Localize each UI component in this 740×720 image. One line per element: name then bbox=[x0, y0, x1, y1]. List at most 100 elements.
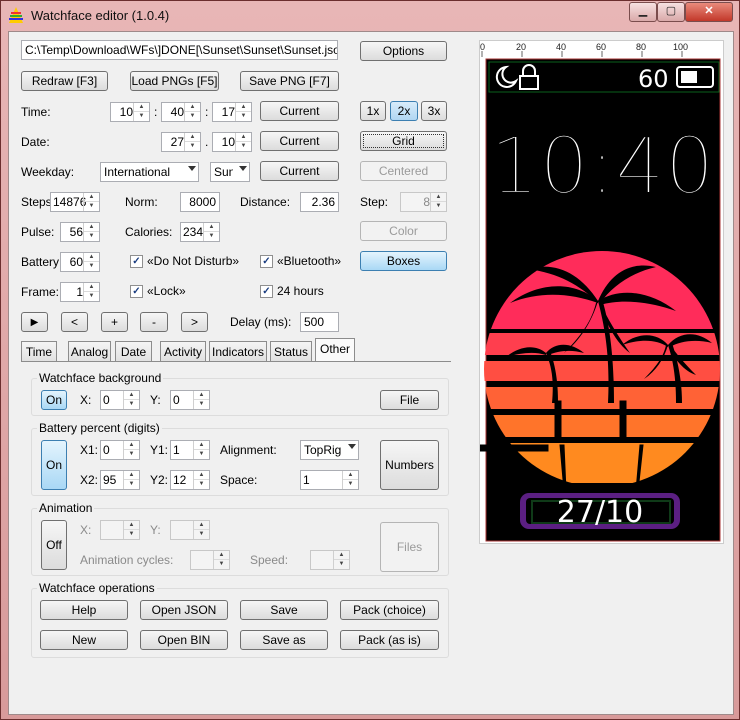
editor-client-area: C:\Temp\Download\WFs\]DONE[\Sunset\Sunse… bbox=[8, 31, 734, 715]
new-button[interactable]: New bbox=[40, 630, 128, 650]
tab-status[interactable]: Status bbox=[270, 341, 312, 361]
background-y-label: Y: bbox=[150, 393, 161, 407]
minus-button[interactable]: - bbox=[140, 312, 168, 332]
weekday-language-select[interactable]: International bbox=[100, 162, 199, 182]
numbers-button[interactable]: Numbers bbox=[380, 440, 439, 490]
tab-indicators[interactable]: Indicators bbox=[209, 341, 267, 361]
ruler-x-label: 80 bbox=[636, 42, 646, 52]
animation-speed-label: Speed: bbox=[250, 553, 289, 567]
time-separator: : bbox=[154, 105, 158, 119]
y1-label: Y1: bbox=[150, 443, 169, 457]
distance-label: Distance: bbox=[240, 195, 291, 209]
json-path-field[interactable]: C:\Temp\Download\WFs\]DONE[\Sunset\Sunse… bbox=[21, 40, 338, 60]
redraw-button[interactable]: Redraw [F3] bbox=[21, 71, 108, 91]
help-button[interactable]: Help bbox=[40, 600, 128, 620]
save-as-button[interactable]: Save as bbox=[240, 630, 328, 650]
tab-other[interactable]: Other bbox=[315, 338, 355, 361]
norm-input[interactable]: 8000 bbox=[180, 192, 220, 212]
animation-x-spinner[interactable]: ▲ ▼ bbox=[100, 520, 140, 540]
x2-label: X2: bbox=[80, 473, 99, 487]
battery-percent-on-button[interactable]: On bbox=[41, 440, 67, 490]
delay-input[interactable]: 500 bbox=[300, 312, 339, 332]
background-x-spinner[interactable]: 0 ▲ ▼ bbox=[100, 390, 140, 410]
battery-percent-group-title: Battery percent (digits) bbox=[37, 421, 162, 435]
tab-date[interactable]: Date bbox=[115, 341, 152, 361]
norm-label: Norm: bbox=[125, 195, 158, 209]
animation-cycles-spinner[interactable]: ▲ ▼ bbox=[190, 550, 230, 570]
watchface-preview[interactable]: 0 20 40 60 80 100 0 20 40 60 80 100 120 … bbox=[479, 40, 724, 544]
x2-spinner[interactable]: 95 ▲ ▼ bbox=[100, 470, 140, 490]
watch-date: 27/10 bbox=[557, 495, 643, 530]
distance-input[interactable]: 2.36 bbox=[300, 192, 339, 212]
tab-strip-divider bbox=[21, 361, 451, 362]
ruler-x-label: 100 bbox=[673, 42, 688, 52]
time-minute-spinner[interactable]: 40 ▲ ▼ bbox=[161, 102, 201, 122]
zoom-3x-button[interactable]: 3x bbox=[421, 101, 447, 121]
date-month-spinner[interactable]: 10 ▲ ▼ bbox=[212, 132, 252, 152]
alignment-select[interactable]: TopRight bbox=[300, 440, 359, 460]
color-button[interactable]: Color bbox=[360, 221, 447, 241]
background-file-button[interactable]: File bbox=[380, 390, 439, 410]
save-png-button[interactable]: Save PNG [F7] bbox=[240, 71, 339, 91]
animation-x-label: X: bbox=[80, 523, 92, 537]
save-button[interactable]: Save bbox=[240, 600, 328, 620]
weekday-day-select[interactable]: Sun bbox=[210, 162, 250, 182]
space-spinner[interactable]: 1 ▲ ▼ bbox=[300, 470, 359, 490]
pack-as-is-button[interactable]: Pack (as is) bbox=[340, 630, 439, 650]
frame-spinner[interactable]: 1 ▲ ▼ bbox=[60, 282, 100, 302]
background-on-button[interactable]: On bbox=[41, 390, 67, 410]
y2-spinner[interactable]: 12 ▲ ▼ bbox=[170, 470, 210, 490]
ruler-x-label: 60 bbox=[596, 42, 606, 52]
weekday-label: Weekday: bbox=[21, 165, 75, 179]
animation-y-label: Y: bbox=[150, 523, 161, 537]
pulse-label: Pulse: bbox=[21, 225, 55, 239]
pack-choice-button[interactable]: Pack (choice) bbox=[340, 600, 439, 620]
date-current-button[interactable]: Current bbox=[260, 131, 339, 151]
open-json-button[interactable]: Open JSON bbox=[140, 600, 228, 620]
play-button[interactable]: ▶ bbox=[21, 312, 48, 332]
previous-frame-button[interactable]: < bbox=[61, 312, 88, 332]
load-pngs-button[interactable]: Load PNGs [F5] bbox=[130, 71, 219, 91]
tab-analog[interactable]: Analog bbox=[68, 341, 111, 361]
maximize-button[interactable]: ▢ bbox=[657, 2, 685, 22]
open-bin-button[interactable]: Open BIN bbox=[140, 630, 228, 650]
time-hour-spinner[interactable]: 10 ▲ ▼ bbox=[110, 102, 150, 122]
grid-button[interactable]: Grid bbox=[360, 131, 447, 151]
minimize-button[interactable]: ▁ bbox=[629, 2, 657, 22]
step-spinner[interactable]: 8 ▲ ▼ bbox=[400, 192, 447, 212]
animation-speed-spinner[interactable]: ▲ ▼ bbox=[310, 550, 350, 570]
time-second-spinner[interactable]: 17 ▲ ▼ bbox=[212, 102, 252, 122]
weekday-current-button[interactable]: Current bbox=[260, 161, 339, 181]
date-day-spinner[interactable]: 27 ▲ ▼ bbox=[161, 132, 201, 152]
steps-spinner[interactable]: 14876 ▲ ▼ bbox=[50, 192, 100, 212]
animation-y-spinner[interactable]: ▲ ▼ bbox=[170, 520, 210, 540]
options-button[interactable]: Options bbox=[360, 41, 447, 61]
plus-button[interactable]: + bbox=[101, 312, 128, 332]
operations-group-title: Watchface operations bbox=[37, 581, 157, 595]
battery-spinner[interactable]: 60 ▲ ▼ bbox=[60, 252, 100, 272]
calories-spinner[interactable]: 234 ▲ ▼ bbox=[180, 222, 220, 242]
centered-button[interactable]: Centered bbox=[360, 161, 447, 181]
boxes-button[interactable]: Boxes bbox=[360, 251, 447, 271]
next-frame-button[interactable]: > bbox=[181, 312, 208, 332]
app-window: Watchface editor (1.0.4) ▁ ▢ ✕ C:\Temp\D… bbox=[0, 0, 740, 720]
x1-label: X1: bbox=[80, 443, 99, 457]
animation-off-button[interactable]: Off bbox=[41, 520, 67, 570]
title-bar[interactable]: Watchface editor (1.0.4) ▁ ▢ ✕ bbox=[1, 1, 739, 31]
battery-label: Battery: bbox=[21, 255, 63, 269]
app-icon bbox=[9, 7, 23, 23]
time-current-button[interactable]: Current bbox=[260, 101, 339, 121]
tab-activity[interactable]: Activity bbox=[160, 341, 206, 361]
background-y-spinner[interactable]: 0 ▲ ▼ bbox=[170, 390, 210, 410]
ruler-x-label: 20 bbox=[516, 42, 526, 52]
y2-label: Y2: bbox=[150, 473, 169, 487]
animation-files-button[interactable]: Files bbox=[380, 522, 439, 572]
x1-spinner[interactable]: 0 ▲ ▼ bbox=[100, 440, 140, 460]
pulse-spinner[interactable]: 56 ▲ ▼ bbox=[60, 222, 100, 242]
zoom-2x-button[interactable]: 2x bbox=[390, 101, 418, 121]
close-button[interactable]: ✕ bbox=[685, 2, 733, 22]
y1-spinner[interactable]: 1 ▲ ▼ bbox=[170, 440, 210, 460]
background-group-title: Watchface background bbox=[37, 371, 164, 385]
zoom-1x-button[interactable]: 1x bbox=[360, 101, 386, 121]
tab-time[interactable]: Time bbox=[21, 341, 57, 361]
